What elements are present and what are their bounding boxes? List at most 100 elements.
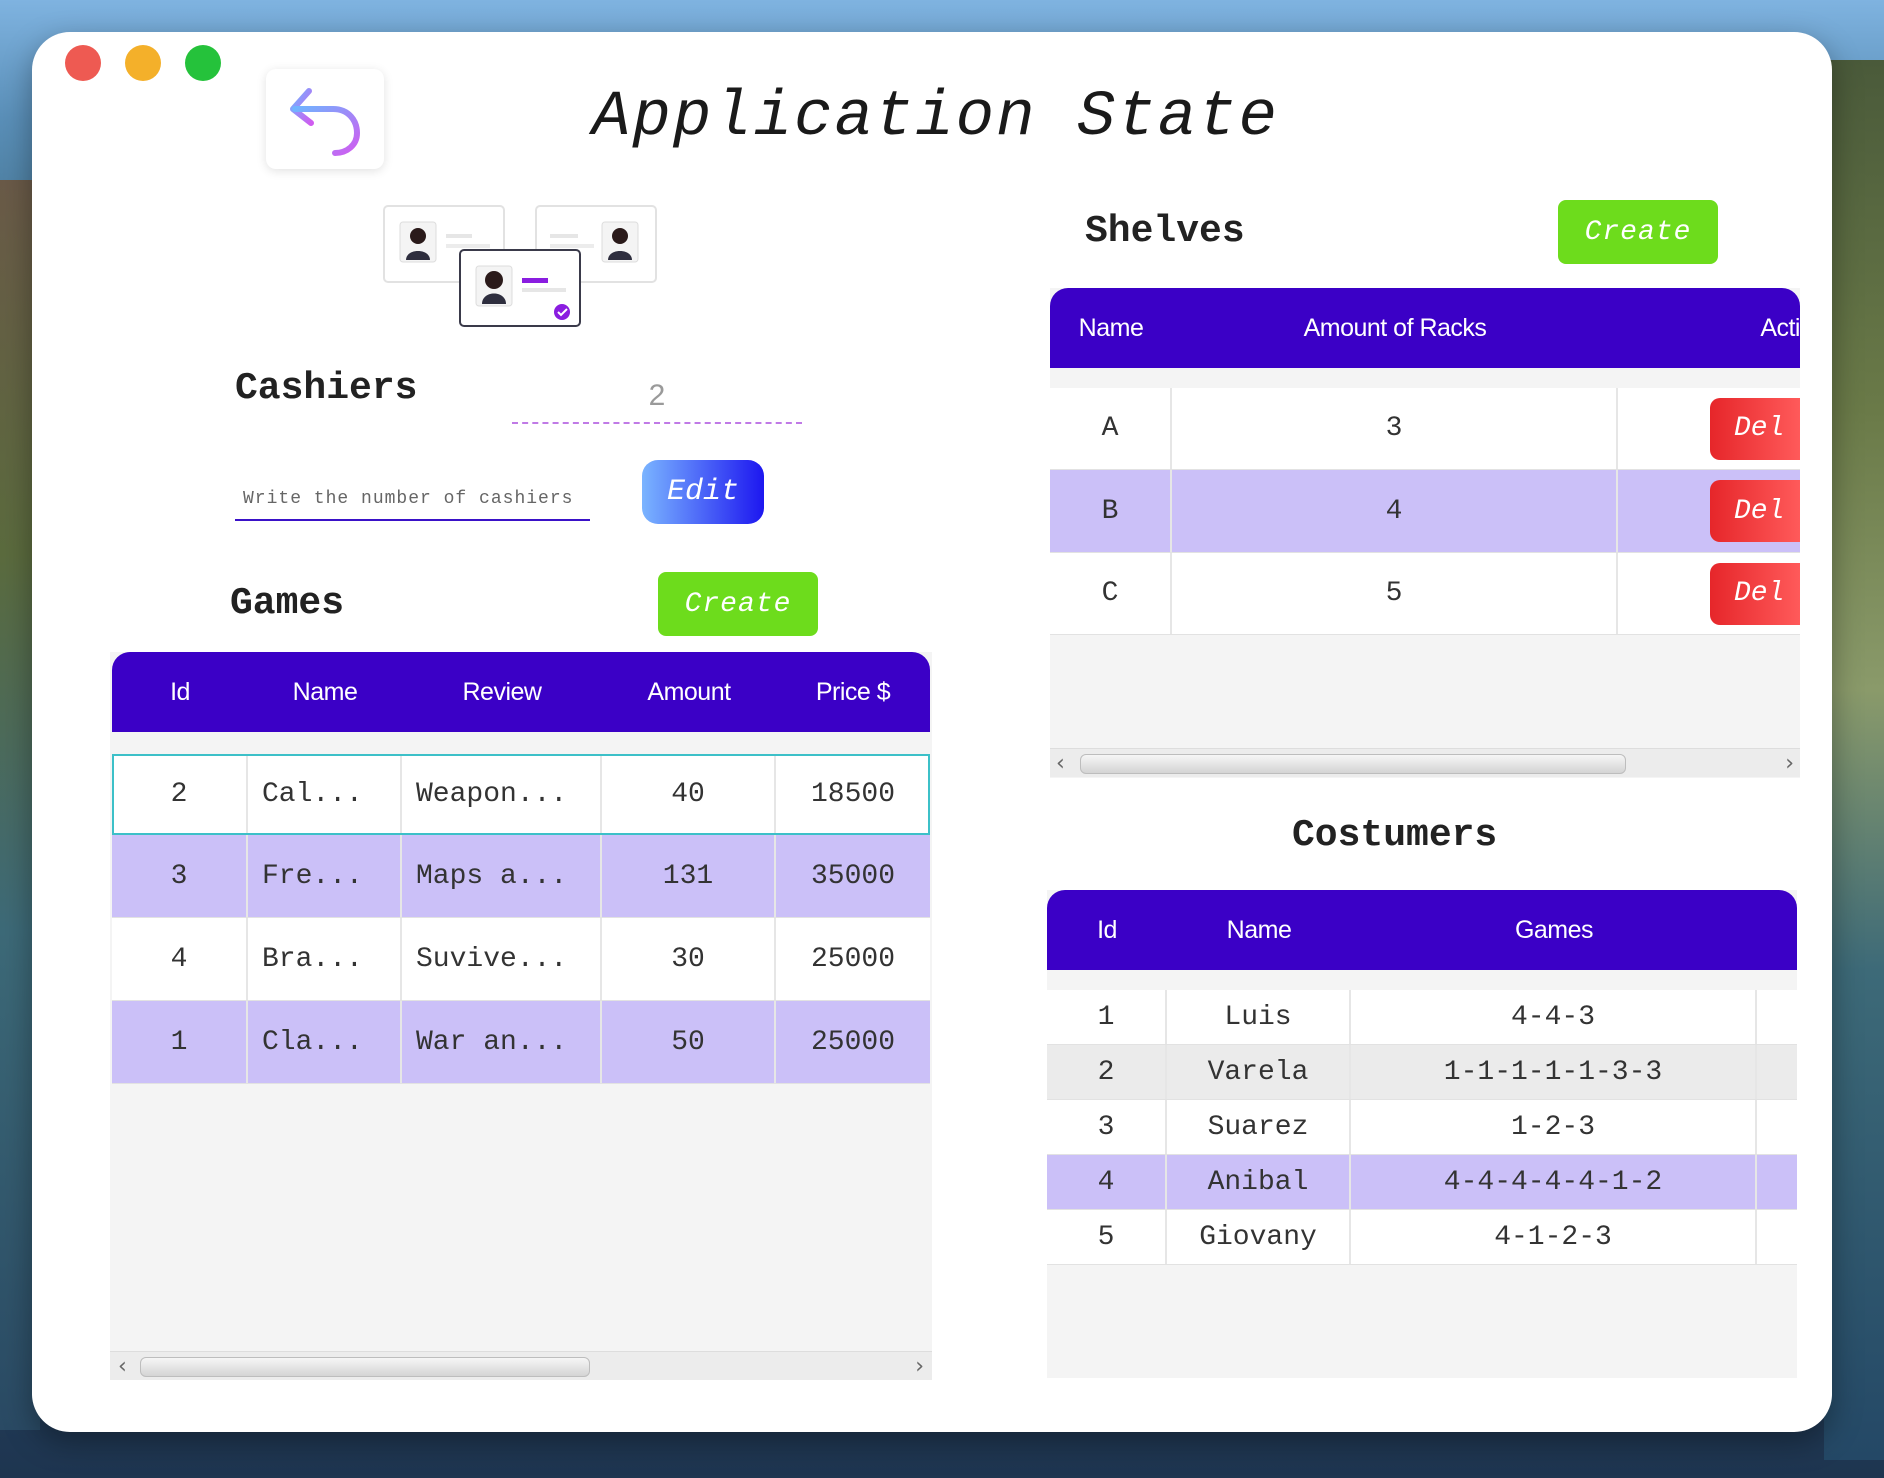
- shelves-table-body: A 3 Del B 4 Del C 5 Del: [1050, 388, 1800, 635]
- costumers-title: Costumers: [1292, 814, 1498, 857]
- shelves-cell-racks: 4: [1172, 470, 1618, 552]
- shelves-col-name[interactable]: Name: [1050, 288, 1172, 368]
- costumers-cell-name: Anibal: [1167, 1155, 1351, 1209]
- page-title: Application State: [592, 82, 1279, 154]
- games-cell-amount: 40: [602, 754, 776, 834]
- costumers-cell-id: 1: [1047, 990, 1167, 1044]
- table-row[interactable]: 2 Varela 1-1-1-1-1-3-3: [1047, 1045, 1797, 1100]
- costumers-cell-games: 1-1-1-1-1-3-3: [1351, 1045, 1757, 1099]
- table-row[interactable]: 3 Fre... Maps a... 131 35000: [112, 835, 930, 918]
- costumers-cell-games: 4-1-2-3: [1351, 1210, 1757, 1264]
- games-col-id[interactable]: Id: [112, 652, 248, 732]
- delete-shelf-button[interactable]: Del: [1710, 562, 1800, 625]
- scrollbar-thumb[interactable]: [1080, 754, 1626, 774]
- maximize-window-button[interactable]: [185, 45, 221, 81]
- costumers-cell-games: 4-4-3: [1351, 990, 1757, 1044]
- costumers-cell-name: Giovany: [1167, 1210, 1351, 1264]
- games-cell-id: 4: [112, 918, 248, 1000]
- games-cell-price: 18500: [810, 778, 895, 810]
- games-cell-id: 3: [112, 835, 248, 917]
- shelves-cell-name: C: [1050, 553, 1172, 634]
- costumers-cell-id: 2: [1047, 1045, 1167, 1099]
- costumers-table-header: Id Name Games: [1047, 890, 1797, 970]
- table-row[interactable]: B 4 Del: [1050, 470, 1800, 553]
- costumers-cell-id: 5: [1047, 1210, 1167, 1264]
- delete-shelf-button[interactable]: Del: [1710, 480, 1800, 542]
- scroll-right-icon[interactable]: ›: [1785, 751, 1794, 776]
- costumers-cell-id: 3: [1047, 1100, 1167, 1154]
- costumers-table-body: 1 Luis 4-4-3 2 Varela 1-1-1-1-1-3-3 3 Su…: [1047, 990, 1797, 1265]
- table-row[interactable]: 2 Cal... Weapon... 40 18500: [112, 754, 930, 835]
- games-cell-name: Cla...: [248, 1001, 402, 1083]
- games-cell-name: Bra...: [248, 918, 402, 1000]
- games-horizontal-scrollbar[interactable]: ‹ ›: [110, 1351, 932, 1380]
- shelves-table: Name Amount of Racks Acti A 3 Del B 4 De…: [1050, 288, 1800, 778]
- games-cell-amount: 131: [602, 835, 776, 917]
- table-row[interactable]: 4 Anibal 4-4-4-4-4-1-2: [1047, 1155, 1797, 1210]
- back-button[interactable]: [266, 69, 384, 169]
- games-cell-review: Maps a...: [402, 835, 602, 917]
- table-row[interactable]: 3 Suarez 1-2-3: [1047, 1100, 1797, 1155]
- costumers-col-games[interactable]: Games: [1351, 890, 1757, 970]
- games-cell-id: 2: [112, 754, 248, 834]
- table-row[interactable]: 1 Cla... War an... 50 25000: [112, 1001, 930, 1084]
- shelves-cell-name: B: [1050, 470, 1172, 552]
- games-cell-amount: 30: [602, 918, 776, 1000]
- games-col-name[interactable]: Name: [248, 652, 402, 732]
- shelves-cell-action: Del: [1618, 388, 1800, 469]
- costumers-cell-name: Suarez: [1167, 1100, 1351, 1154]
- games-cell-review: Suvive...: [402, 918, 602, 1000]
- shelves-cell-action: Del: [1618, 553, 1800, 634]
- costumers-cell-name: Varela: [1167, 1045, 1351, 1099]
- shelves-cell-racks: 5: [1172, 553, 1618, 634]
- app-window: Application State Cashiers 2 Edit Games …: [32, 32, 1832, 1432]
- shelves-horizontal-scrollbar[interactable]: ‹ ›: [1050, 748, 1800, 777]
- table-row[interactable]: A 3 Del: [1050, 388, 1800, 470]
- shelves-col-racks[interactable]: Amount of Racks: [1172, 288, 1618, 368]
- costumers-cell-games: 1-2-3: [1351, 1100, 1757, 1154]
- games-cell-price: 25000: [810, 1026, 895, 1058]
- scroll-left-icon[interactable]: ‹: [1056, 751, 1065, 776]
- games-table-body: 2 Cal... Weapon... 40 18500 3 Fre... Map…: [112, 754, 930, 1084]
- scroll-right-icon[interactable]: ›: [915, 1354, 924, 1379]
- scrollbar-thumb[interactable]: [140, 1357, 590, 1377]
- table-row[interactable]: 5 Giovany 4-1-2-3: [1047, 1210, 1797, 1265]
- games-cell-review: War an...: [402, 1001, 602, 1083]
- games-table: Id Name Review Amount Price $ 2 Cal... W…: [110, 652, 932, 1380]
- costumers-col-id[interactable]: Id: [1047, 890, 1167, 970]
- scroll-left-icon[interactable]: ‹: [118, 1354, 127, 1379]
- table-row[interactable]: 4 Bra... Suvive... 30 25000: [112, 918, 930, 1001]
- games-col-review[interactable]: Review: [402, 652, 602, 732]
- costumers-cell-id: 4: [1047, 1155, 1167, 1209]
- shelves-cell-name: A: [1050, 388, 1172, 469]
- shelves-col-actions[interactable]: Acti: [1618, 288, 1800, 368]
- table-row[interactable]: C 5 Del: [1050, 553, 1800, 635]
- games-col-amount[interactable]: Amount: [602, 652, 776, 732]
- delete-shelf-button[interactable]: Del: [1710, 397, 1800, 460]
- costumers-table: Id Name Games 1 Luis 4-4-3 2 Varela 1-1-…: [1047, 890, 1797, 1378]
- games-cell-name: Cal...: [248, 754, 402, 834]
- close-window-button[interactable]: [65, 45, 101, 81]
- games-cell-name: Fre...: [248, 835, 402, 917]
- games-cell-price: 35000: [810, 860, 895, 892]
- shelves-cell-action: Del: [1618, 470, 1800, 552]
- create-game-button[interactable]: Create: [658, 572, 818, 636]
- games-col-price[interactable]: Price $: [776, 652, 930, 732]
- games-title: Games: [230, 582, 345, 625]
- cashiers-illustration: [383, 205, 657, 327]
- edit-cashiers-button[interactable]: Edit: [642, 460, 764, 524]
- create-shelf-button[interactable]: Create: [1558, 200, 1718, 264]
- shelves-table-header: Name Amount of Racks Acti: [1050, 288, 1800, 368]
- cashiers-number-input[interactable]: [235, 479, 590, 521]
- cashiers-title: Cashiers: [235, 367, 418, 410]
- costumers-col-name[interactable]: Name: [1167, 890, 1351, 970]
- table-row[interactable]: 1 Luis 4-4-3: [1047, 990, 1797, 1045]
- minimize-window-button[interactable]: [125, 45, 161, 81]
- shelves-cell-racks: 3: [1172, 388, 1618, 469]
- games-table-header: Id Name Review Amount Price $: [112, 652, 930, 732]
- costumers-cell-games: 4-4-4-4-4-1-2: [1351, 1155, 1757, 1209]
- games-cell-amount: 50: [602, 1001, 776, 1083]
- games-cell-id: 1: [112, 1001, 248, 1083]
- costumers-cell-name: Luis: [1167, 990, 1351, 1044]
- games-cell-review: Weapon...: [402, 754, 602, 834]
